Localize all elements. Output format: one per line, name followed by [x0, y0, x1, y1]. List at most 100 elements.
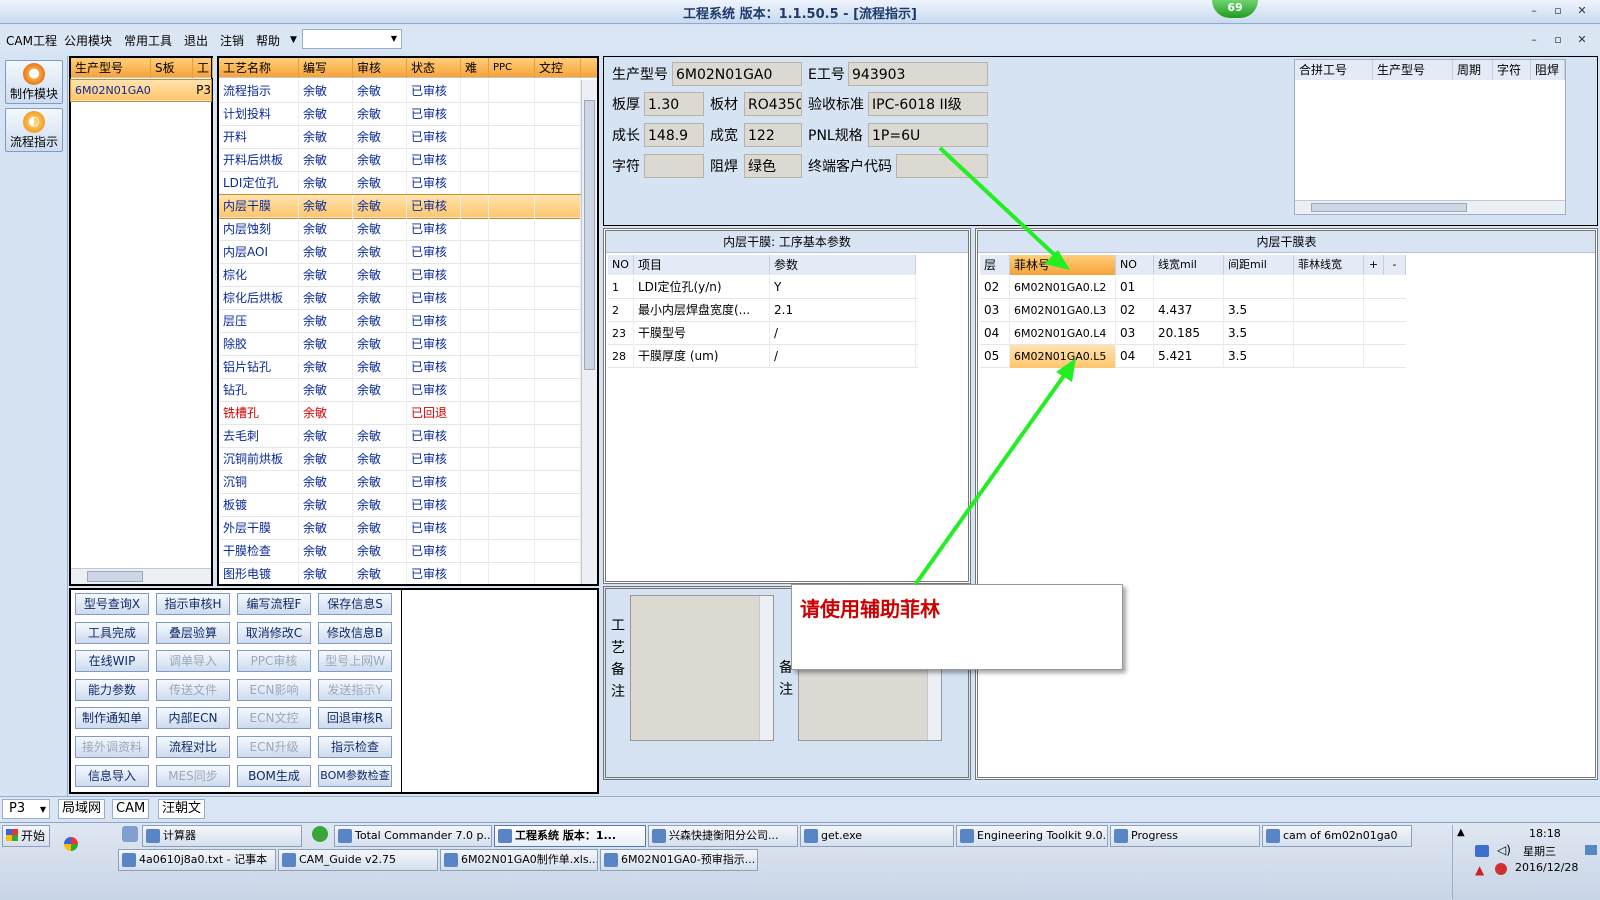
width-field[interactable]: 122: [744, 123, 802, 147]
scrollbar-thumb[interactable]: [1311, 203, 1467, 212]
table-row[interactable]: 内层蚀刻 余敏 余敏 已审核: [219, 218, 581, 241]
quicklaunch-icon[interactable]: [122, 826, 138, 842]
col-header[interactable]: 合拼工号: [1295, 60, 1373, 80]
action-button[interactable]: 取消修改C: [237, 621, 311, 644]
taskbar-item[interactable]: 6M02N01GA0制作单.xls...: [440, 849, 598, 871]
action-button[interactable]: 修改信息B: [318, 621, 392, 644]
taskbar-item[interactable]: 工程系统 版本：1...: [494, 825, 646, 847]
taskbar-item[interactable]: Progress: [1110, 825, 1260, 847]
col-header[interactable]: 线宽mil: [1154, 255, 1224, 275]
vertical-scrollbar[interactable]: [759, 596, 773, 740]
action-button[interactable]: 能力参数: [75, 678, 149, 701]
table-row[interactable]: 板镀 余敏 余敏 已审核: [219, 494, 581, 517]
col-header[interactable]: S板: [151, 58, 193, 78]
action-button[interactable]: 工具完成: [75, 621, 149, 644]
taskbar-item[interactable]: Engineering Toolkit 9.0...: [956, 825, 1108, 847]
taskbar-item[interactable]: 4a0610j8a0.txt - 记事本: [118, 849, 276, 871]
close-button[interactable]: ✕: [1572, 3, 1592, 19]
col-header[interactable]: 生产型号: [71, 58, 151, 78]
col-header[interactable]: 菲林线宽: [1294, 255, 1364, 275]
table-row[interactable]: 铣槽孔 余敏 已回退: [219, 402, 581, 425]
eno-field[interactable]: 943903: [848, 62, 988, 86]
mdi-close-button[interactable]: ✕: [1572, 32, 1592, 48]
table-row[interactable]: 去毛刺 余敏 余敏 已审核: [219, 425, 581, 448]
customer-code-field[interactable]: [896, 154, 988, 178]
action-button[interactable]: 型号查询X: [75, 593, 149, 615]
table-row[interactable]: 钻孔 余敏 余敏 已审核: [219, 379, 581, 402]
table-row[interactable]: 1 LDI定位孔(y/n) Y: [608, 276, 918, 299]
table-row[interactable]: 开料 余敏 余敏 已审核: [219, 126, 581, 149]
character-field[interactable]: [644, 154, 704, 178]
material-field[interactable]: RO4350B: [744, 92, 802, 116]
action-button[interactable]: 回退审核R: [318, 707, 392, 730]
table-row[interactable]: 铝片钻孔 余敏 余敏 已审核: [219, 356, 581, 379]
action-button[interactable]: 叠层验算: [156, 621, 230, 644]
menu-logout[interactable]: 注销: [220, 32, 244, 49]
clock-time[interactable]: 18:18: [1529, 827, 1561, 840]
table-row[interactable]: 流程指示 余敏 余敏 已审核: [219, 80, 581, 103]
scrollbar-thumb[interactable]: [584, 100, 595, 370]
table-row[interactable]: 除胶 余敏 余敏 已审核: [219, 333, 581, 356]
table-row[interactable]: 内层AOI 余敏 余敏 已审核: [219, 241, 581, 264]
level-combo[interactable]: P3 ▼: [2, 799, 50, 819]
col-header[interactable]: 编写: [299, 58, 353, 78]
taskbar-item[interactable]: get.exe: [800, 825, 954, 847]
table-row[interactable]: 开料后烘板 余敏 余敏 已审核: [219, 149, 581, 172]
horizontal-scrollbar[interactable]: [1295, 200, 1565, 214]
mdi-minimize-button[interactable]: –: [1524, 32, 1544, 48]
action-button[interactable]: 保存信息S: [318, 593, 392, 615]
col-header[interactable]: 层: [980, 255, 1010, 275]
table-row[interactable]: 05 6M02N01GA0.L5 04 5.421 3.5: [980, 345, 1406, 368]
taskbar-item[interactable]: CAM_Guide v2.75: [278, 849, 438, 871]
col-header[interactable]: 工艺名称: [219, 58, 299, 78]
sidebar-item-flow[interactable]: ◐ 流程指示: [5, 108, 63, 152]
taskbar-item[interactable]: cam of 6m02n01ga0: [1262, 825, 1412, 847]
action-button[interactable]: BOM生成: [237, 764, 311, 787]
table-row[interactable]: 23 干膜型号 /: [608, 322, 918, 345]
table-row[interactable]: 02 6M02N01GA0.L2 01: [980, 276, 1406, 299]
action-button[interactable]: 流程对比: [156, 736, 230, 758]
action-button[interactable]: 在线WIP: [75, 650, 149, 673]
speaker-icon[interactable]: ◁): [1497, 843, 1511, 857]
table-row[interactable]: 层压 余敏 余敏 已审核: [219, 310, 581, 333]
action-button[interactable]: 编写流程F: [237, 593, 311, 615]
chevron-up-icon[interactable]: ▲: [1457, 827, 1465, 838]
taskbar-item[interactable]: 计算器: [142, 825, 302, 847]
menu-common-modules[interactable]: 公用模块: [64, 32, 112, 49]
model-field[interactable]: 6M02N01GA0: [672, 62, 802, 86]
pnl-field[interactable]: 1P=6U: [868, 123, 988, 147]
action-button[interactable]: 内部ECN: [156, 707, 230, 730]
menu-help[interactable]: 帮助: [256, 32, 280, 49]
chevron-down-icon[interactable]: ▼: [290, 35, 297, 45]
col-header[interactable]: 难: [461, 58, 489, 78]
solder-mask-field[interactable]: 绿色: [744, 154, 802, 178]
vertical-scrollbar[interactable]: [581, 80, 597, 584]
mdi-restore-button[interactable]: ▫: [1548, 32, 1568, 48]
action-button[interactable]: BOM参数检查: [318, 764, 392, 787]
table-row[interactable]: 2 最小内层焊盘宽度(... 2.1: [608, 299, 918, 322]
taskbar-item[interactable]: Total Commander 7.0 p...: [334, 825, 492, 847]
col-header[interactable]: 审核: [353, 58, 407, 78]
table-row[interactable]: 6M02N01GA0 P3: [70, 79, 212, 102]
action-button[interactable]: 信息导入: [75, 764, 149, 787]
app-tray-icon[interactable]: [1495, 863, 1507, 875]
taskbar-item[interactable]: 兴森快捷衡阳分公司...: [648, 825, 798, 847]
col-header[interactable]: 项目: [634, 255, 770, 275]
table-row[interactable]: 沉铜前烘板 余敏 余敏 已审核: [219, 448, 581, 471]
process-remark-textarea[interactable]: [630, 595, 774, 741]
standard-field[interactable]: IPC-6018 II级: [868, 92, 988, 116]
col-header[interactable]: 状态: [407, 58, 461, 78]
col-header[interactable]: 字符: [1493, 60, 1531, 80]
col-header[interactable]: 间距mil: [1224, 255, 1294, 275]
col-header[interactable]: 工: [193, 58, 213, 78]
col-header[interactable]: 文控: [535, 58, 581, 78]
toolbar-combo[interactable]: ▼: [302, 29, 402, 49]
length-field[interactable]: 148.9: [644, 123, 704, 147]
horizontal-scrollbar[interactable]: [71, 568, 211, 584]
thickness-field[interactable]: 1.30: [644, 92, 704, 116]
action-button[interactable]: 制作通知单: [75, 707, 149, 730]
app-tray-icon[interactable]: ▲: [1475, 863, 1484, 877]
minimize-button[interactable]: –: [1524, 3, 1544, 19]
table-row[interactable]: 外层干膜 余敏 余敏 已审核: [219, 517, 581, 540]
remove-column-button[interactable]: -: [1384, 255, 1406, 275]
